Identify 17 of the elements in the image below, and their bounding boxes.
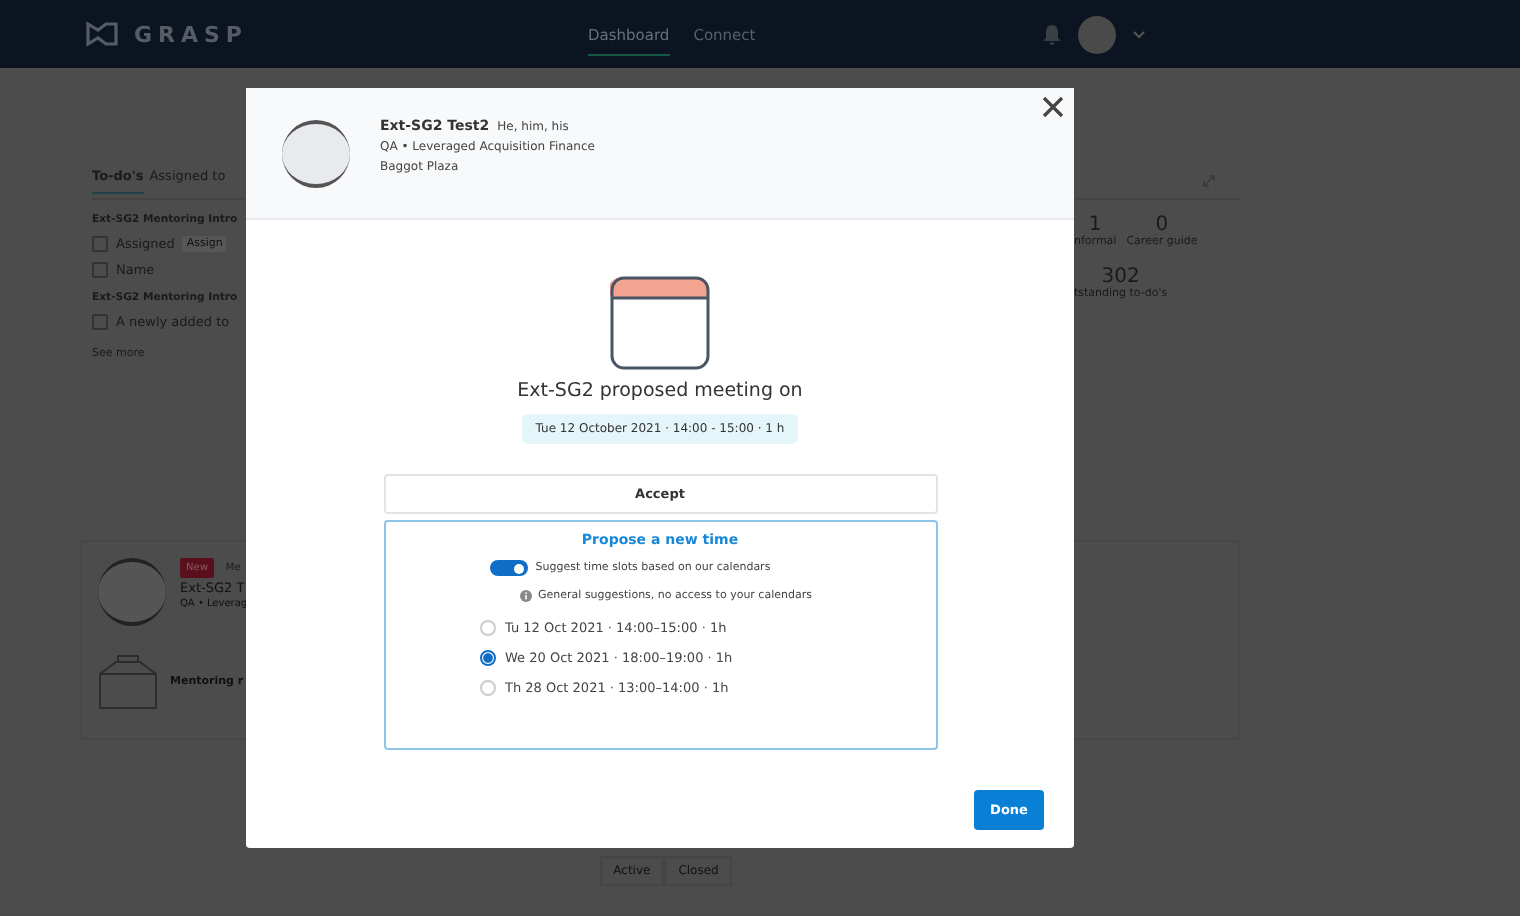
calendar-icon [610,274,710,370]
photo-placeholder [98,558,166,626]
chevron-down-icon[interactable] [1132,29,1146,39]
checkbox[interactable] [92,262,108,278]
logo-icon [84,20,120,48]
avatar-circle[interactable] [1078,15,1116,53]
radio-button[interactable] [479,650,495,666]
info-icon [520,590,533,602]
dialog-title: Ext-SG2 proposed meeting on [517,380,803,402]
checkbox[interactable] [92,236,108,252]
checkbox[interactable] [92,314,108,330]
close-icon[interactable] [1042,96,1064,118]
envelope-icon [98,654,158,710]
logo-text: GRASP [134,21,248,47]
photo-placeholder [282,119,350,187]
bell-icon[interactable] [1042,23,1062,45]
toggle-switch[interactable] [489,560,528,576]
